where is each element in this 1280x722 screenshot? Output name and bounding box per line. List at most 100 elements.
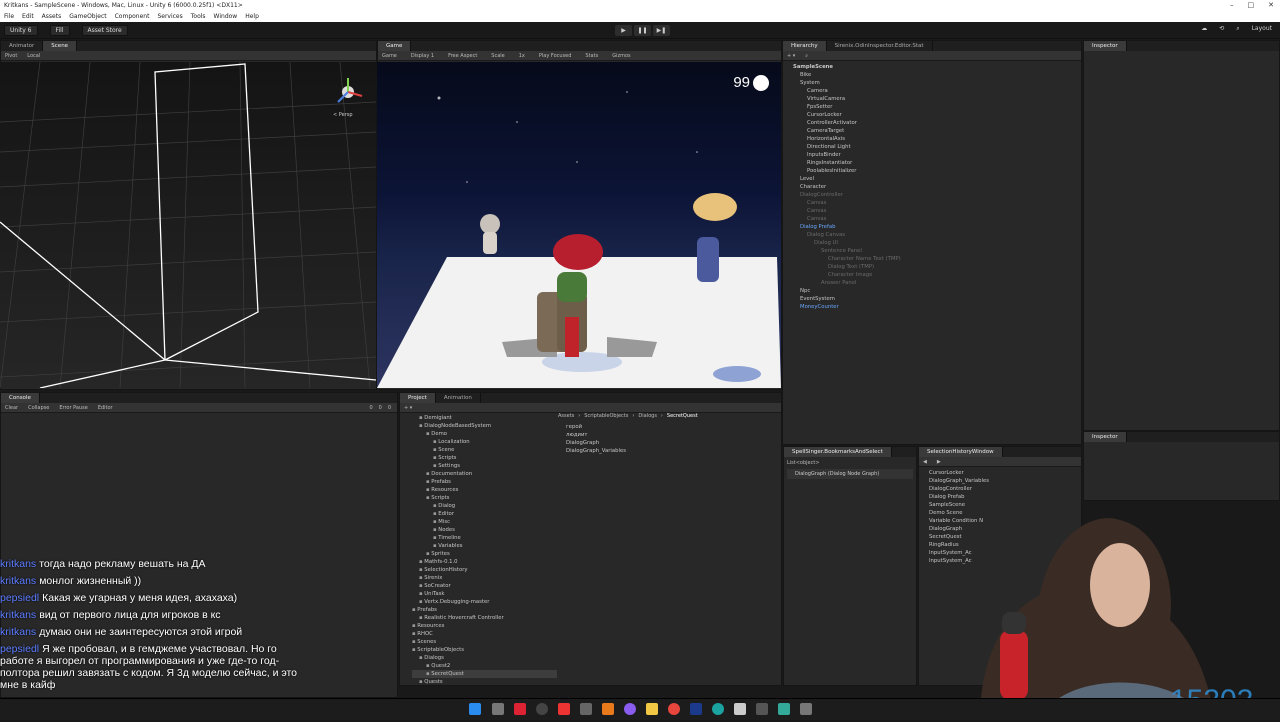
hierarchy-item[interactable]: HorizontalAxis (787, 135, 1077, 143)
project-file[interactable]: герой (566, 423, 626, 431)
project-folder[interactable]: ▪ Mathfs-0.1.0 (412, 558, 557, 566)
project-folder[interactable]: ▪ ScriptableObjects (412, 646, 557, 654)
search-icon[interactable]: ⌕ (805, 51, 808, 60)
project-folder[interactable]: ▪ Documentation (412, 470, 557, 478)
project-folder[interactable]: ▪ Quest2 (412, 662, 557, 670)
tab-game[interactable]: Game (378, 41, 412, 51)
add-icon[interactable]: + ▾ (787, 51, 795, 60)
hierarchy-item[interactable]: Dialog Canvas (787, 231, 1077, 239)
photoshop-icon[interactable] (690, 703, 702, 715)
tab-project[interactable]: Project (400, 393, 436, 403)
start-icon[interactable] (469, 703, 481, 715)
display-dropdown[interactable]: Display 1 (411, 51, 434, 60)
hierarchy-item[interactable]: DialogController (787, 191, 1077, 199)
project-folder[interactable]: ▪ Quests (412, 678, 557, 685)
project-folder[interactable]: ▪ Dialog (412, 502, 557, 510)
project-folder[interactable]: ▪ Sprites (412, 550, 557, 558)
project-folder[interactable]: ▪ Localization (412, 438, 557, 446)
project-folder[interactable]: ▪ Demigiant (412, 414, 557, 422)
menu-tools[interactable]: Tools (191, 11, 206, 22)
hierarchy-item[interactable]: Directional Light (787, 143, 1077, 151)
menu-services[interactable]: Services (157, 11, 182, 22)
tab-inspector-2[interactable]: Inspector (1084, 432, 1127, 442)
app-icon-5[interactable] (624, 703, 636, 715)
app-icon-7[interactable] (756, 703, 768, 715)
hierarchy-item[interactable]: RingsInstantiator (787, 159, 1077, 167)
hierarchy-item[interactable]: PoolablesInitializer (787, 167, 1077, 175)
hierarchy-item[interactable]: EventSystem (787, 295, 1077, 303)
hierarchy-item[interactable]: Answer Panel (787, 279, 1077, 287)
hierarchy-item[interactable]: CameraTarget (787, 127, 1077, 135)
selection-history-item[interactable]: DialogGraph_Variables (923, 477, 1077, 485)
hierarchy-item[interactable]: InputsBinder (787, 151, 1077, 159)
layout-dropdown[interactable]: Layout (1252, 25, 1272, 33)
project-folder[interactable]: ▪ Misc (412, 518, 557, 526)
project-folder[interactable]: ▪ SoCreator (412, 582, 557, 590)
app-icon-2[interactable] (536, 703, 548, 715)
tab-hierarchy[interactable]: Hierarchy (783, 41, 827, 51)
hierarchy-item[interactable]: Bike (787, 71, 1077, 79)
clear-button[interactable]: Clear (5, 403, 18, 412)
hierarchy-item[interactable]: Level (787, 175, 1077, 183)
project-folder[interactable]: ▪ Demo (412, 430, 557, 438)
project-folder[interactable]: ▪ Scripts (412, 494, 557, 502)
hierarchy-item[interactable]: VirtualCamera (787, 95, 1077, 103)
project-folder[interactable]: ▪ Vertx.Debugging-master (412, 598, 557, 606)
asset-store-button[interactable]: Asset Store (81, 24, 128, 36)
project-folder[interactable]: ▪ Dialogs (412, 654, 557, 662)
hierarchy-item[interactable]: Dialog UI (787, 239, 1077, 247)
search-icon[interactable]: ⌕ (1236, 25, 1239, 33)
tab-animator[interactable]: Animator (1, 41, 44, 51)
app-icon-9[interactable] (800, 703, 812, 715)
breadcrumb-scriptableobjects[interactable]: ScriptableObjects (584, 413, 628, 419)
hierarchy-item[interactable]: Npc (787, 287, 1077, 295)
menu-window[interactable]: Window (214, 11, 238, 22)
tab-scene[interactable]: Scene (43, 41, 78, 51)
project-folder[interactable]: ▪ RHOC (412, 630, 557, 638)
pause-icon[interactable]: ❚❚ (634, 25, 651, 36)
app-icon-3[interactable] (558, 703, 570, 715)
persp-label[interactable]: < Persp (333, 112, 353, 118)
menu-gameobject[interactable]: GameObject (69, 11, 106, 22)
hierarchy-item[interactable]: Character (787, 183, 1077, 191)
app-icon-4[interactable] (602, 703, 614, 715)
scene-viewport[interactable]: < Persp (0, 61, 377, 389)
forward-icon[interactable]: ▶ (937, 457, 941, 466)
project-folder[interactable]: ▪ Nodes (412, 526, 557, 534)
app-icon-8[interactable] (778, 703, 790, 715)
error-pause-button[interactable]: Error Pause (59, 403, 87, 412)
warning-count[interactable]: 0 (379, 403, 382, 412)
game-dropdown[interactable]: Game (382, 51, 397, 60)
hierarchy-item[interactable]: ControllerActivator (787, 119, 1077, 127)
hierarchy-item[interactable]: Camera (787, 87, 1077, 95)
maximize-icon[interactable]: □ (1248, 0, 1255, 11)
hierarchy-item[interactable]: Canvas (787, 199, 1077, 207)
account-button[interactable]: Unity 6 (4, 24, 38, 36)
menu-file[interactable]: File (4, 11, 14, 22)
editor-dropdown[interactable]: Editor (98, 403, 113, 412)
folder-icon[interactable] (646, 703, 658, 715)
scene-gizmo[interactable] (330, 74, 370, 116)
log-count[interactable]: 0 (369, 403, 372, 412)
unity-icon[interactable] (580, 703, 592, 715)
bookmarks-field-value[interactable]: DialogGraph (Dialog Node Graph) (787, 469, 913, 479)
hierarchy-item[interactable]: Dialog Text (TMP) (787, 263, 1077, 271)
project-folder[interactable]: ▪ Scripts (412, 454, 557, 462)
step-icon[interactable]: ▶❚ (653, 25, 670, 36)
project-folder[interactable]: ▪ Settings (412, 462, 557, 470)
project-folder[interactable]: ▪ SecretQuest (412, 670, 557, 678)
project-file[interactable]: людиит (566, 431, 626, 439)
selection-history-item[interactable]: DialogController (923, 485, 1077, 493)
local-toggle[interactable]: Local (27, 51, 40, 60)
hierarchy-item[interactable]: System (787, 79, 1077, 87)
close-icon[interactable]: ✕ (1268, 0, 1274, 11)
breadcrumb-assets[interactable]: Assets (558, 413, 574, 419)
stats-toggle[interactable]: Stats (585, 51, 598, 60)
menu-edit[interactable]: Edit (22, 11, 34, 22)
hierarchy-item[interactable]: Character Name Text (TMP) (787, 255, 1077, 263)
hierarchy-item[interactable]: CursorLocker (787, 111, 1077, 119)
cloud-fill-button[interactable]: Fill (49, 24, 70, 36)
hierarchy-item[interactable]: Sentence Panel (787, 247, 1077, 255)
hierarchy-item[interactable]: MoneyCounter (787, 303, 1077, 311)
tab-inspector[interactable]: Inspector (1084, 41, 1127, 51)
